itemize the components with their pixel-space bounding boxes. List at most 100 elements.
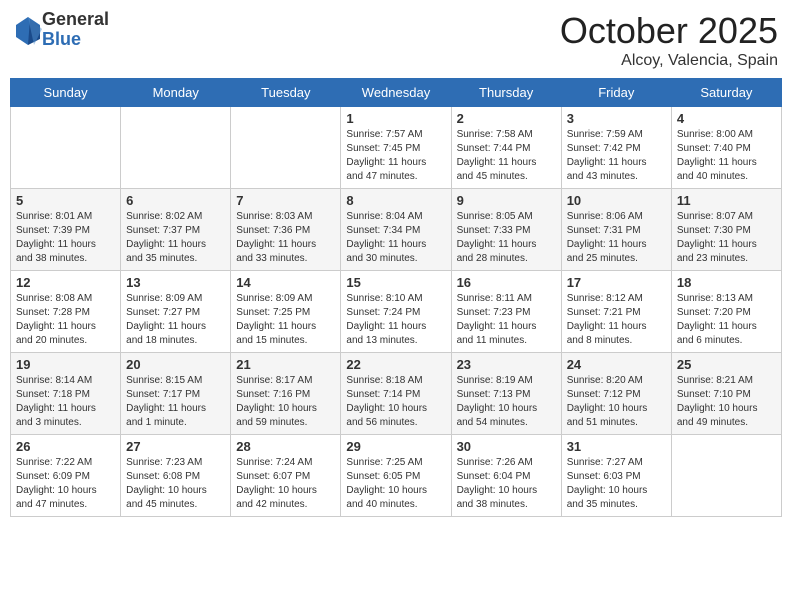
calendar-cell: 3Sunrise: 7:59 AMSunset: 7:42 PMDaylight… — [561, 107, 671, 189]
day-info: Sunrise: 8:09 AMSunset: 7:27 PMDaylight:… — [126, 292, 225, 348]
day-number: 1 — [346, 111, 445, 126]
calendar-cell: 18 Sunrise: 8:13 AMSunset: 7:20 PMDayligh… — [671, 271, 781, 353]
weekday-header-wednesday: Wednesday — [341, 79, 451, 107]
day-info: Sunrise: 7:57 AMSunset: 7:45 PMDaylight:… — [346, 128, 445, 184]
calendar-cell: 30Sunrise: 7:26 AMSunset: 6:04 PMDayligh… — [451, 435, 561, 517]
day-number: 27 — [126, 439, 225, 454]
weekday-header-row: SundayMondayTuesdayWednesdayThursdayFrid… — [11, 79, 782, 107]
calendar-cell: 1 Sunrise: 7:57 AMSunset: 7:45 PMDaylight… — [341, 107, 451, 189]
day-number: 9 — [457, 193, 556, 208]
day-info: Sunrise: 8:20 AMSunset: 7:12 PMDaylight:… — [567, 374, 666, 430]
day-number: 12 — [16, 275, 115, 290]
calendar-cell: 29 Sunrise: 7:25 AMSunset: 6:05 PMDayligh… — [341, 435, 451, 517]
day-number: 20 — [126, 357, 225, 372]
logo-icon — [14, 15, 38, 45]
day-info: Sunrise: 8:00 AMSunset: 7:40 PMDaylight:… — [677, 128, 776, 184]
day-number: 22 — [346, 357, 445, 372]
calendar-cell: 9 Sunrise: 8:05 AMSunset: 7:33 PMDaylight… — [451, 189, 561, 271]
day-number: 26 — [16, 439, 115, 454]
day-number: 13 — [126, 275, 225, 290]
day-number: 6 — [126, 193, 225, 208]
day-info: Sunrise: 8:14 AMSunset: 7:18 PMDaylight:… — [16, 374, 115, 430]
day-info: Sunrise: 8:09 AMSunset: 7:25 PMDaylight:… — [236, 292, 335, 348]
day-number: 19 — [16, 357, 115, 372]
calendar-cell: 25 Sunrise: 8:21 AMSunset: 7:10 PMDayligh… — [671, 353, 781, 435]
calendar-cell: 22 Sunrise: 8:18 AMSunset: 7:14 PMDayligh… — [341, 353, 451, 435]
month-title: October 2025 — [560, 10, 778, 52]
calendar-cell: 4Sunrise: 8:00 AMSunset: 7:40 PMDaylight… — [671, 107, 781, 189]
calendar-cell: 7Sunrise: 8:03 AMSunset: 7:36 PMDaylight… — [231, 189, 341, 271]
day-number: 30 — [457, 439, 556, 454]
calendar-cell: 10Sunrise: 8:06 AMSunset: 7:31 PMDayligh… — [561, 189, 671, 271]
day-number: 28 — [236, 439, 335, 454]
day-info: Sunrise: 7:24 AMSunset: 6:07 PMDaylight:… — [236, 456, 335, 512]
day-info: Sunrise: 7:23 AMSunset: 6:08 PMDaylight:… — [126, 456, 225, 512]
day-info: Sunrise: 7:22 AMSunset: 6:09 PMDaylight:… — [16, 456, 115, 512]
day-info: Sunrise: 8:17 AMSunset: 7:16 PMDaylight:… — [236, 374, 335, 430]
day-number: 7 — [236, 193, 335, 208]
weekday-header-sunday: Sunday — [11, 79, 121, 107]
day-info: Sunrise: 8:12 AMSunset: 7:21 PMDaylight:… — [567, 292, 666, 348]
week-row-1: 1 Sunrise: 7:57 AMSunset: 7:45 PMDaylight… — [11, 107, 782, 189]
calendar-cell: 14 Sunrise: 8:09 AMSunset: 7:25 PMDayligh… — [231, 271, 341, 353]
calendar-cell — [671, 435, 781, 517]
day-info: Sunrise: 8:10 AMSunset: 7:24 PMDaylight:… — [346, 292, 445, 348]
day-info: Sunrise: 8:21 AMSunset: 7:10 PMDaylight:… — [677, 374, 776, 430]
calendar-cell: 12Sunrise: 8:08 AMSunset: 7:28 PMDayligh… — [11, 271, 121, 353]
calendar-cell: 5Sunrise: 8:01 AMSunset: 7:39 PMDaylight… — [11, 189, 121, 271]
day-number: 14 — [236, 275, 335, 290]
page-header: General Blue October 2025 Alcoy, Valenci… — [10, 10, 782, 70]
day-number: 31 — [567, 439, 666, 454]
day-info: Sunrise: 7:58 AMSunset: 7:44 PMDaylight:… — [457, 128, 556, 184]
day-number: 24 — [567, 357, 666, 372]
day-info: Sunrise: 8:19 AMSunset: 7:13 PMDaylight:… — [457, 374, 556, 430]
title-block: October 2025 Alcoy, Valencia, Spain — [560, 10, 778, 70]
day-number: 23 — [457, 357, 556, 372]
day-number: 2 — [457, 111, 556, 126]
calendar-cell: 21Sunrise: 8:17 AMSunset: 7:16 PMDayligh… — [231, 353, 341, 435]
day-number: 8 — [346, 193, 445, 208]
logo-text: General Blue — [42, 10, 109, 50]
day-info: Sunrise: 8:13 AMSunset: 7:20 PMDaylight:… — [677, 292, 776, 348]
calendar-cell — [231, 107, 341, 189]
location-title: Alcoy, Valencia, Spain — [560, 52, 778, 70]
calendar-cell: 15Sunrise: 8:10 AMSunset: 7:24 PMDayligh… — [341, 271, 451, 353]
calendar-cell: 17Sunrise: 8:12 AMSunset: 7:21 PMDayligh… — [561, 271, 671, 353]
day-info: Sunrise: 7:25 AMSunset: 6:05 PMDaylight:… — [346, 456, 445, 512]
day-info: Sunrise: 8:05 AMSunset: 7:33 PMDaylight:… — [457, 210, 556, 266]
calendar-cell: 8 Sunrise: 8:04 AMSunset: 7:34 PMDaylight… — [341, 189, 451, 271]
day-info: Sunrise: 8:15 AMSunset: 7:17 PMDaylight:… — [126, 374, 225, 430]
day-info: Sunrise: 7:27 AMSunset: 6:03 PMDaylight:… — [567, 456, 666, 512]
day-number: 16 — [457, 275, 556, 290]
day-number: 11 — [677, 193, 776, 208]
logo-general: General — [42, 10, 109, 30]
logo-blue: Blue — [42, 30, 109, 50]
day-info: Sunrise: 8:04 AMSunset: 7:34 PMDaylight:… — [346, 210, 445, 266]
day-number: 5 — [16, 193, 115, 208]
calendar-cell: 6 Sunrise: 8:02 AMSunset: 7:37 PMDaylight… — [121, 189, 231, 271]
day-info: Sunrise: 8:06 AMSunset: 7:31 PMDaylight:… — [567, 210, 666, 266]
weekday-header-friday: Friday — [561, 79, 671, 107]
weekday-header-thursday: Thursday — [451, 79, 561, 107]
week-row-4: 19 Sunrise: 8:14 AMSunset: 7:18 PMDayligh… — [11, 353, 782, 435]
week-row-5: 26 Sunrise: 7:22 AMSunset: 6:09 PMDayligh… — [11, 435, 782, 517]
logo: General Blue — [14, 10, 109, 50]
calendar-cell: 19 Sunrise: 8:14 AMSunset: 7:18 PMDayligh… — [11, 353, 121, 435]
calendar-cell: 16 Sunrise: 8:11 AMSunset: 7:23 PMDayligh… — [451, 271, 561, 353]
day-number: 29 — [346, 439, 445, 454]
day-info: Sunrise: 8:18 AMSunset: 7:14 PMDaylight:… — [346, 374, 445, 430]
day-number: 18 — [677, 275, 776, 290]
weekday-header-monday: Monday — [121, 79, 231, 107]
calendar-table: SundayMondayTuesdayWednesdayThursdayFrid… — [10, 78, 782, 517]
calendar-cell: 23 Sunrise: 8:19 AMSunset: 7:13 PMDayligh… — [451, 353, 561, 435]
day-info: Sunrise: 8:02 AMSunset: 7:37 PMDaylight:… — [126, 210, 225, 266]
calendar-cell: 28 Sunrise: 7:24 AMSunset: 6:07 PMDayligh… — [231, 435, 341, 517]
weekday-header-tuesday: Tuesday — [231, 79, 341, 107]
calendar-cell: 26 Sunrise: 7:22 AMSunset: 6:09 PMDayligh… — [11, 435, 121, 517]
week-row-3: 12Sunrise: 8:08 AMSunset: 7:28 PMDayligh… — [11, 271, 782, 353]
day-info: Sunrise: 8:07 AMSunset: 7:30 PMDaylight:… — [677, 210, 776, 266]
calendar-cell — [11, 107, 121, 189]
calendar-cell: 24 Sunrise: 8:20 AMSunset: 7:12 PMDayligh… — [561, 353, 671, 435]
day-number: 25 — [677, 357, 776, 372]
day-info: Sunrise: 8:11 AMSunset: 7:23 PMDaylight:… — [457, 292, 556, 348]
